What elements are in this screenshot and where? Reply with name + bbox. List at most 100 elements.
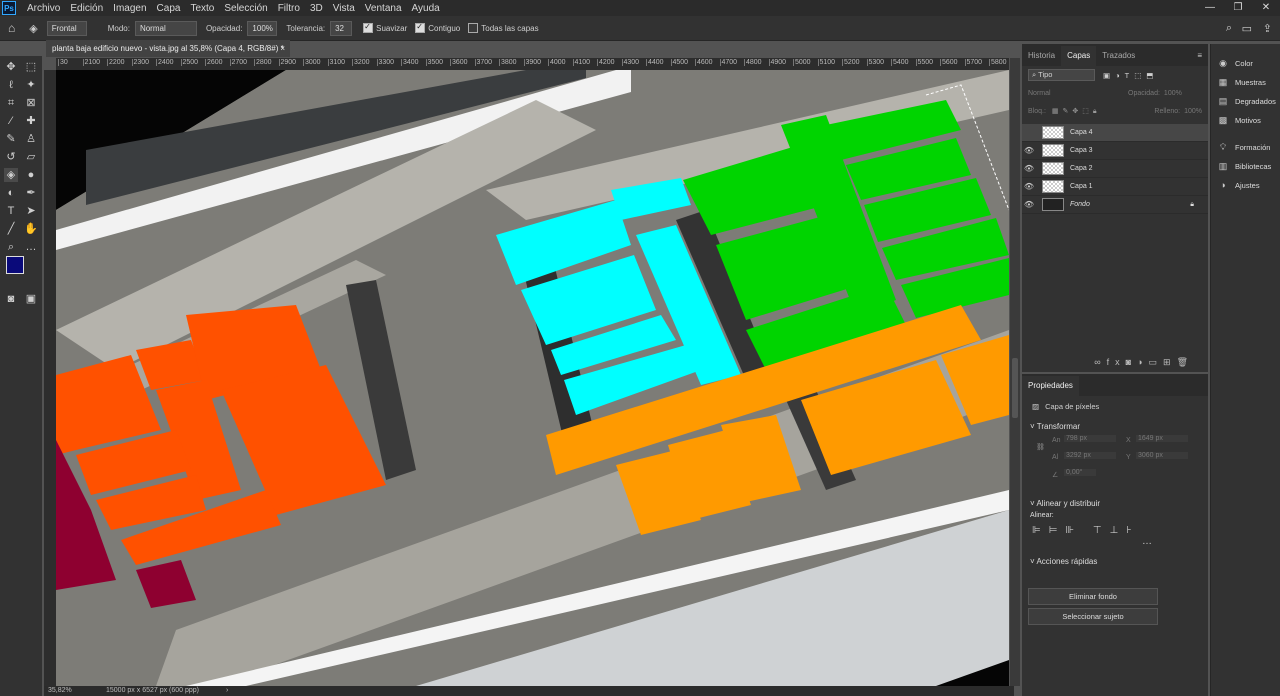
align-section-title[interactable]: ˅ Alinear y distribuir <box>1022 499 1208 508</box>
eye-icon[interactable]: 👁︎ <box>1022 146 1036 155</box>
menu-texto[interactable]: Texto <box>185 3 219 14</box>
path-selection-tool-icon[interactable]: ➤ <box>24 204 38 218</box>
contiguous-checkbox[interactable] <box>415 22 426 33</box>
dock-gradients[interactable]: ▤ Degradados <box>1217 96 1276 107</box>
pen-tool-icon[interactable]: ✒ <box>24 186 38 200</box>
workspace-icon[interactable]: ▭ <box>1242 22 1252 35</box>
all-layers-checkbox[interactable] <box>468 23 479 33</box>
eraser-tool-icon[interactable]: ▱ <box>24 150 38 164</box>
close-tab-icon[interactable]: × <box>280 40 285 57</box>
canvas-vertical-scrollbar[interactable] <box>1010 58 1020 686</box>
line-tool-icon[interactable]: ╱ <box>4 222 18 236</box>
frame-tool-icon[interactable]: ⊠ <box>24 96 38 110</box>
panel-menu-icon[interactable]: ≡ <box>1197 46 1202 66</box>
tolerance-input[interactable]: 32 <box>330 20 353 36</box>
document-tab[interactable]: planta baja edificio nuevo - vista.jpg a… <box>46 40 290 57</box>
blur-tool-icon[interactable]: ● <box>24 168 38 182</box>
ruler-tick-label: 2100 <box>82 59 101 66</box>
layer-actions-icons[interactable]: ∞fx◙◑▭⊞🗑︎ <box>1094 357 1194 368</box>
layer-row[interactable]: 👁︎ Capa 3 <box>1022 142 1208 160</box>
align-buttons-icons[interactable]: ⊫⊨⊪ ⊤⊥⊦ <box>1022 525 1208 536</box>
layer-filter-select[interactable]: ⌕ Tipo <box>1028 69 1095 81</box>
menu-imagen[interactable]: Imagen <box>108 3 151 14</box>
fill-value[interactable]: 100% <box>1184 108 1202 115</box>
menu-ventana[interactable]: Ventana <box>360 3 407 14</box>
height-field[interactable]: 3292 px <box>1064 452 1116 459</box>
brush-tool-icon[interactable]: ✎ <box>4 132 18 146</box>
tab-propiedades[interactable]: Propiedades <box>1022 376 1079 396</box>
lock-icons[interactable]: ▦✎✥⬚🔒︎ <box>1052 107 1101 116</box>
tab-historia[interactable]: Historia <box>1022 46 1061 66</box>
y-field[interactable]: 3060 px <box>1136 452 1188 459</box>
eye-icon[interactable]: 👁︎ <box>1022 200 1036 209</box>
share-icon[interactable]: ⇪ <box>1263 22 1272 35</box>
layer-filter-icons[interactable]: ▣◑T⬚⬒ <box>1103 71 1158 80</box>
type-tool-icon[interactable]: T <box>4 204 18 218</box>
quick-actions-title[interactable]: ˅ Acciones rápidas <box>1022 557 1208 566</box>
layer-row[interactable]: 👁︎ Capa 2 <box>1022 160 1208 178</box>
tab-capas[interactable]: Capas <box>1061 46 1097 66</box>
menu-3d[interactable]: 3D <box>305 3 328 14</box>
marquee-tool-icon[interactable]: ⬚ <box>24 60 38 74</box>
status-arrow-icon[interactable]: › <box>226 686 228 696</box>
angle-field[interactable]: 0,00° <box>1064 469 1096 476</box>
blend-mode-select[interactable]: Normal <box>1028 90 1128 97</box>
dock-color[interactable]: ◉ Color <box>1217 58 1253 69</box>
restore-button[interactable]: ❐ <box>1224 0 1252 16</box>
mode-select[interactable]: Normal <box>134 20 197 36</box>
layer-opacity-value[interactable]: 100% <box>1164 90 1182 97</box>
menu-edicion[interactable]: Edición <box>65 3 108 14</box>
menu-ayuda[interactable]: Ayuda <box>407 3 445 14</box>
quick-mask-icon[interactable]: ◙ <box>4 292 18 306</box>
hand-tool-icon[interactable]: ✋ <box>24 222 38 236</box>
history-brush-tool-icon[interactable]: ↺ <box>4 150 18 164</box>
x-field[interactable]: 1649 px <box>1136 435 1188 442</box>
eyedropper-tool-icon[interactable]: ⁄ <box>4 114 18 128</box>
dock-swatches[interactable]: ▦ Muestras <box>1217 77 1266 88</box>
minimize-button[interactable]: — <box>1196 0 1224 16</box>
crop-tool-icon[interactable]: ⌗ <box>4 96 18 110</box>
menu-capa[interactable]: Capa <box>152 3 186 14</box>
fill-source-select[interactable]: Frontal <box>46 20 87 36</box>
opacity-input[interactable]: 100% <box>247 20 278 36</box>
link-icon[interactable]: ⛓︎ <box>1036 443 1045 451</box>
lasso-tool-icon[interactable]: ℓ <box>4 78 18 92</box>
scrollbar-thumb[interactable] <box>1012 358 1018 418</box>
dock-libraries[interactable]: ▥ Bibliotecas <box>1217 161 1272 172</box>
menu-filtro[interactable]: Filtro <box>273 3 305 14</box>
eye-icon[interactable]: 👁︎ <box>1022 182 1036 191</box>
magic-wand-tool-icon[interactable]: ✦ <box>24 78 38 92</box>
stamp-tool-icon[interactable]: ♙ <box>24 132 38 146</box>
zoom-level[interactable]: 35,82% <box>48 686 72 696</box>
layer-row[interactable]: 👁︎ Capa 1 <box>1022 178 1208 196</box>
menu-vista[interactable]: Vista <box>328 3 360 14</box>
foreground-color-swatch[interactable] <box>6 256 24 274</box>
width-field[interactable]: 798 px <box>1064 435 1116 442</box>
dock-adjustments[interactable]: ◑ Ajustes <box>1217 180 1259 190</box>
search-icon[interactable]: ⌕ <box>1226 22 1232 35</box>
move-tool-icon[interactable]: ✥ <box>4 60 18 74</box>
dock-patterns[interactable]: ▩ Motivos <box>1217 115 1261 126</box>
more-tools-icon[interactable]: … <box>24 240 38 254</box>
select-subject-button[interactable]: Seleccionar sujeto <box>1028 608 1158 625</box>
remove-background-button[interactable]: Eliminar fondo <box>1028 588 1158 605</box>
close-window-button[interactable]: ✕ <box>1252 0 1280 16</box>
document-canvas[interactable] <box>56 70 1009 686</box>
screen-mode-icon[interactable]: ▣ <box>24 292 38 306</box>
layer-row[interactable]: 👁︎ Fondo 🔒︎ <box>1022 196 1208 214</box>
home-icon[interactable]: ⌂ <box>8 21 15 35</box>
eye-icon[interactable]: 👁︎ <box>1022 164 1036 173</box>
healing-brush-tool-icon[interactable]: ✚ <box>24 114 38 128</box>
paint-bucket-tool-icon[interactable]: ◈ <box>4 168 18 182</box>
more-align-icon[interactable]: … <box>1022 536 1208 547</box>
zoom-tool-icon[interactable]: ⌕ <box>4 240 18 254</box>
layer-row[interactable]: Capa 4 <box>1022 124 1208 142</box>
dodge-tool-icon[interactable]: ◐ <box>4 186 18 200</box>
transform-section-title[interactable]: ˅ Transformar <box>1022 422 1208 431</box>
paint-bucket-tool-icon[interactable]: ◈ <box>29 22 37 35</box>
tab-trazados[interactable]: Trazados <box>1096 46 1141 66</box>
dock-learn[interactable]: 💡︎ Formación <box>1217 142 1271 153</box>
menu-seleccion[interactable]: Selección <box>219 3 272 14</box>
smooth-checkbox[interactable] <box>363 22 374 33</box>
menu-archivo[interactable]: Archivo <box>22 3 65 14</box>
